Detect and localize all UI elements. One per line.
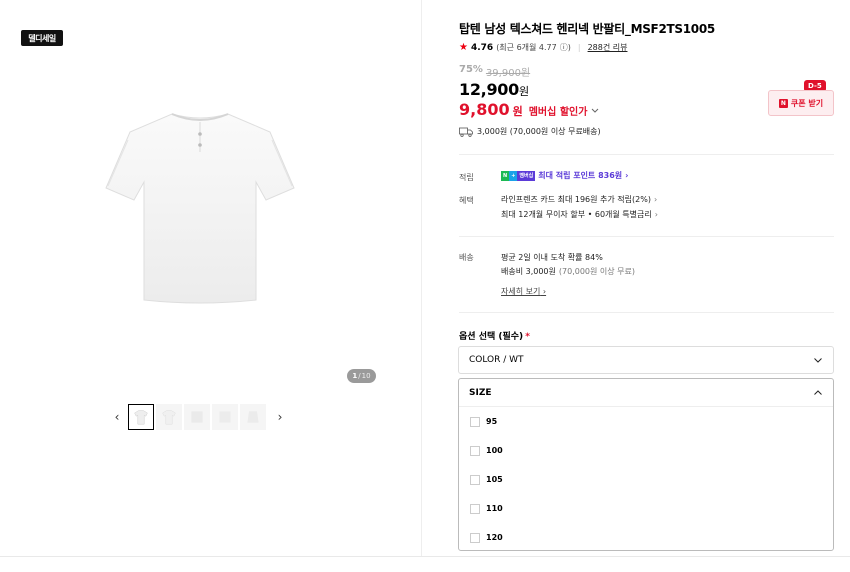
rating-info-icon[interactable]: ⓘ) (560, 42, 571, 53)
delivery-fee: 배송비 3,000원 (501, 267, 556, 276)
thumbnail[interactable] (184, 404, 210, 430)
discount-row: 75% 39,900원 (459, 64, 530, 79)
price-value: 12,900 (459, 80, 519, 99)
delivery-line-1: 평균 2일 이내 도착 확률 84% (501, 252, 603, 263)
counter-current: 1 (352, 372, 358, 380)
checkbox[interactable] (470, 416, 480, 427)
counter-sep: / (358, 372, 361, 380)
product-main-image[interactable] (100, 100, 300, 310)
rating-row: ★ 4.76 (최근 6개월 4.77 ⓘ) | 288건 리뷰 (459, 42, 627, 53)
checkbox[interactable] (470, 445, 480, 456)
delivery-fee-note: (70,000원 이상 무료) (558, 267, 636, 276)
checkbox[interactable] (470, 503, 480, 514)
size-option-label: 100 (486, 446, 503, 455)
coupon-button[interactable]: N 쿠폰 받기 (768, 90, 834, 116)
original-price: 39,900원 (485, 68, 531, 79)
point-label: 적립 (459, 173, 474, 182)
product-title: 탑텐 남성 텍스쳐드 헨리넥 반팔티_MSF2TS1005 (459, 22, 715, 36)
chevron-down-icon (592, 108, 599, 113)
star-icon: ★ (459, 42, 468, 53)
reviews-link[interactable]: 288건 리뷰 (588, 42, 628, 53)
size-option[interactable]: 120 (459, 523, 833, 550)
size-header-label: SIZE (469, 387, 492, 398)
coupon-label: 쿠폰 받기 (790, 98, 824, 108)
counter-total: 10 (361, 372, 371, 380)
rating-score: 4.76 (470, 42, 494, 53)
point-badge-member: 멤버십 (517, 170, 536, 181)
point-text: 최대 적립 포인트 836원 (538, 171, 623, 180)
size-dropdown-header[interactable]: SIZE (459, 379, 833, 407)
size-option[interactable]: 100 (459, 436, 833, 465)
benefit-line-1-text: 라인프렌즈 카드 최대 196원 추가 적립(2%) (501, 195, 651, 204)
shipping-text: 3,000원 (70,000원 이상 무료배송) (477, 127, 601, 136)
size-option-label: 105 (486, 475, 503, 484)
delivery-line-1-text: 평균 2일 이내 도착 확률 84% (501, 253, 603, 262)
delivery-label: 배송 (459, 253, 474, 262)
coupon-icon: N (778, 98, 788, 108)
divider (459, 154, 834, 155)
thumbnail[interactable] (212, 404, 238, 430)
sale-price: 12,900원 (459, 80, 529, 99)
thumbnail[interactable] (156, 404, 182, 430)
point-badge-plus: + (509, 170, 518, 181)
chevron-right-icon: › (654, 210, 658, 219)
divider: | (577, 43, 581, 52)
rating-recent: (최근 6개월 4.77 (496, 43, 557, 52)
benefit-label: 혜택 (459, 196, 474, 205)
chevron-right-icon: › (625, 171, 629, 180)
size-option[interactable]: 95 (459, 407, 833, 436)
thumbnail-strip (128, 404, 266, 430)
color-select-value: COLOR / WT (469, 355, 524, 365)
size-option-label: 95 (486, 417, 498, 426)
member-price-value: 9,800 (459, 100, 510, 119)
delivery-detail-link[interactable]: 자세히 보기 › (501, 286, 546, 297)
divider (459, 236, 834, 237)
sale-badge: 델디세일 (21, 30, 63, 46)
shipping-row: 3,000원 (70,000원 이상 무료배송) (459, 126, 601, 137)
size-option[interactable]: 105 (459, 465, 833, 494)
image-counter: 1 / 10 (347, 369, 376, 383)
required-mark: * (525, 332, 530, 342)
member-price-label: 멤버십 할인가 (528, 107, 588, 118)
size-option-label: 110 (486, 504, 503, 513)
thumbnail[interactable] (128, 404, 154, 430)
delivery-detail-text: 자세히 보기 (501, 287, 541, 296)
color-select[interactable]: COLOR / WT (458, 346, 834, 374)
price-unit: 원 (518, 85, 529, 98)
point-badge-n: N (501, 170, 510, 181)
product-gallery: 델디세일 1 / 10 ‹ › (0, 0, 422, 556)
benefit-line-2[interactable]: 최대 12개월 무이자 할부 • 60개월 특별금리 › (501, 209, 658, 220)
size-dropdown: SIZE 95 100 105 110 120 (458, 378, 834, 551)
member-price-unit: 원 (512, 105, 523, 118)
checkbox[interactable] (470, 532, 480, 543)
chevron-up-icon (814, 389, 822, 395)
size-option-label: 120 (486, 533, 503, 542)
product-info: 탑텐 남성 텍스쳐드 헨리넥 반팔티_MSF2TS1005 ★ 4.76 (최근… (423, 0, 850, 556)
discount-rate: 75% (459, 64, 483, 75)
thumb-prev-icon[interactable]: ‹ (110, 410, 124, 424)
delivery-line-2: 배송비 3,000원 (70,000원 이상 무료) (501, 266, 635, 277)
divider (459, 312, 834, 313)
benefit-line-1[interactable]: 라인프렌즈 카드 최대 196원 추가 적립(2%) › (501, 194, 657, 205)
thumb-next-icon[interactable]: › (273, 410, 287, 424)
option-label: 옵션 선택 (필수) * (459, 329, 530, 342)
benefit-line-2-text: 최대 12개월 무이자 할부 • 60개월 특별금리 (501, 210, 652, 219)
point-badges: N + 멤버십 (501, 170, 536, 181)
divider (0, 556, 850, 557)
truck-icon (459, 127, 473, 137)
chevron-right-icon: › (653, 195, 658, 204)
member-price[interactable]: 9,800 원 멤버십 할인가 (459, 100, 600, 119)
chevron-down-icon (814, 358, 822, 363)
size-option[interactable]: 110 (459, 494, 833, 523)
thumbnail[interactable] (240, 404, 266, 430)
point-row[interactable]: N + 멤버십 최대 적립 포인트 836원 › (501, 170, 628, 181)
checkbox[interactable] (470, 474, 480, 485)
option-label-text: 옵션 선택 (필수) (459, 332, 524, 342)
